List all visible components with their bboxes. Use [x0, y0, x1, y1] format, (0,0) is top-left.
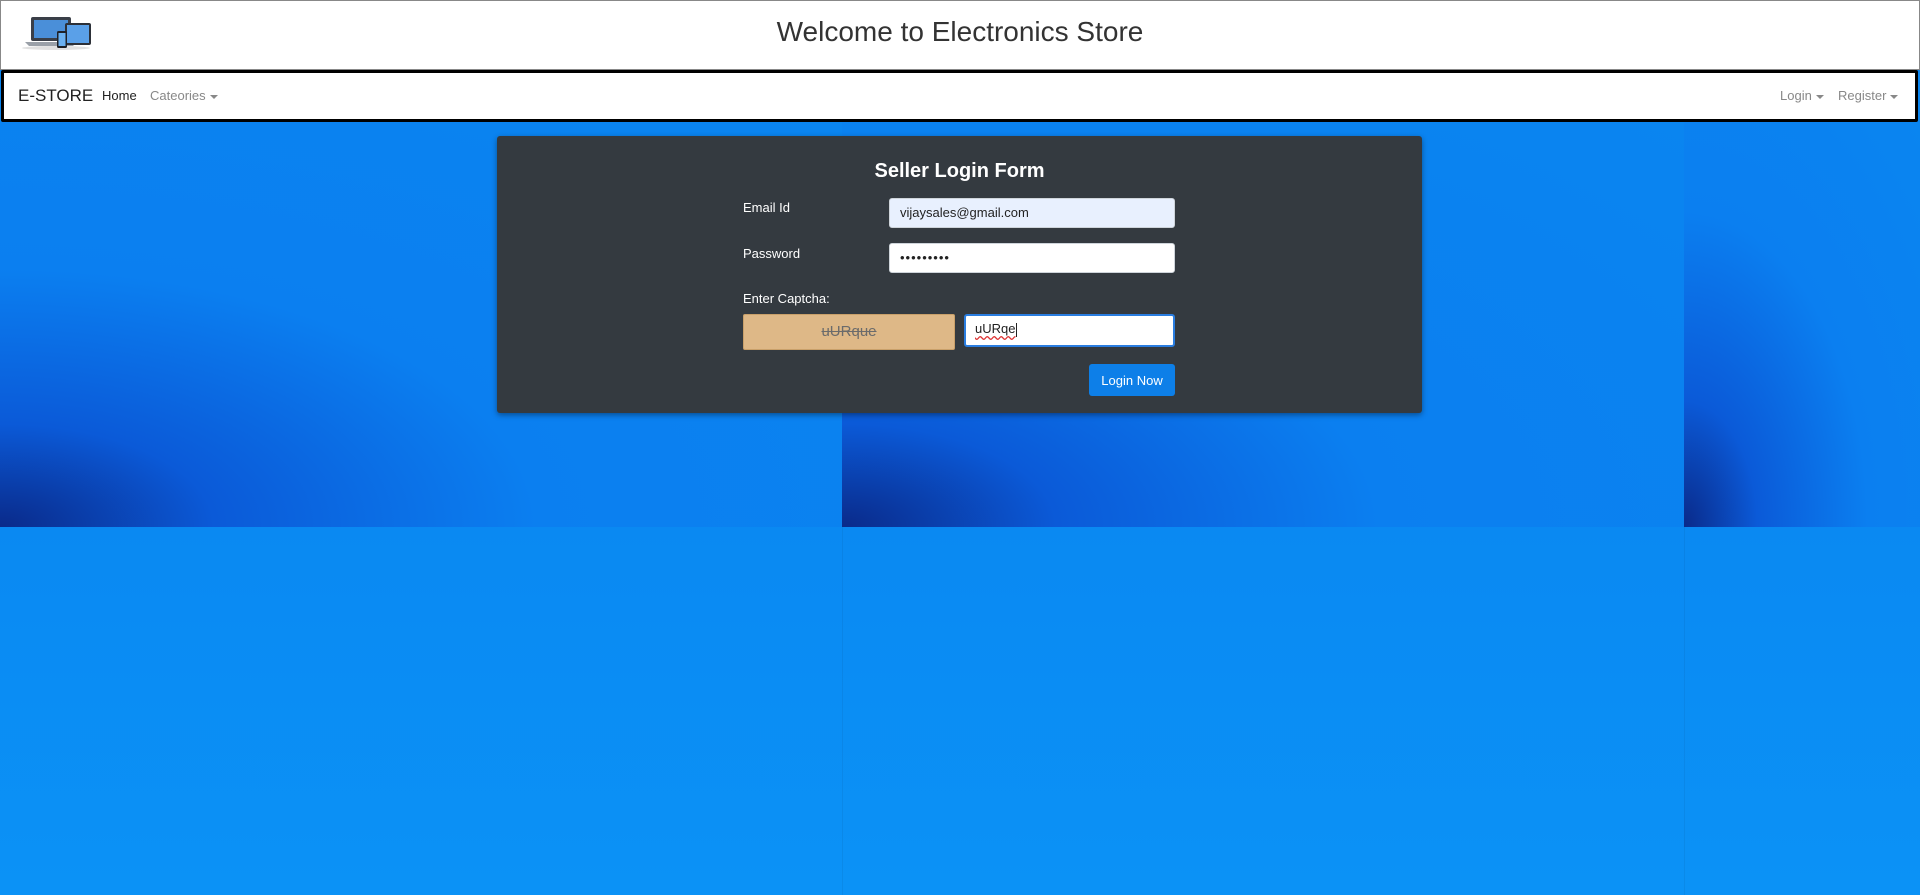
- navbar-brand[interactable]: E-STORE: [18, 73, 93, 119]
- chevron-down-icon: [1890, 94, 1899, 99]
- nav-item-categories[interactable]: Cateories: [150, 73, 218, 119]
- form-title: Seller Login Form: [874, 160, 1045, 182]
- captcha-label: Enter Captcha:: [743, 291, 830, 306]
- captcha-image: uURque: [743, 314, 955, 350]
- nav-item-label: Register: [1838, 88, 1887, 103]
- nav-item-login[interactable]: Login: [1780, 73, 1824, 119]
- password-field[interactable]: •••••••••: [889, 243, 1175, 273]
- text-cursor: [1016, 322, 1018, 337]
- nav-item-label: Cateories: [150, 88, 206, 103]
- nav-item-register[interactable]: Register: [1838, 73, 1899, 119]
- background-panel: [0, 527, 1920, 895]
- background-panel: [1684, 122, 1920, 527]
- main-navbar: E-STORE Home Cateories Login Register: [1, 70, 1918, 122]
- background-seam: [1684, 527, 1685, 895]
- email-field[interactable]: vijaysales@gmail.com: [889, 198, 1175, 228]
- password-label: Password: [743, 246, 801, 261]
- nav-item-label: Login: [1780, 88, 1812, 103]
- login-now-button[interactable]: Login Now: [1089, 364, 1175, 396]
- email-label: Email Id: [743, 200, 790, 215]
- chevron-down-icon: [209, 94, 218, 99]
- chevron-down-icon: [1815, 94, 1824, 99]
- nav-item-label: Home: [102, 88, 137, 103]
- site-header: Welcome to Electronics Store: [0, 0, 1920, 70]
- captcha-input[interactable]: uURqe: [964, 314, 1175, 347]
- captcha-input-value: uURqe: [975, 321, 1016, 336]
- nav-item-home[interactable]: Home: [102, 73, 137, 119]
- background-seam: [842, 527, 843, 895]
- seller-login-card: Seller Login Form Email Id vijaysales@gm…: [497, 136, 1422, 413]
- page-title: Welcome to Electronics Store: [776, 16, 1144, 47]
